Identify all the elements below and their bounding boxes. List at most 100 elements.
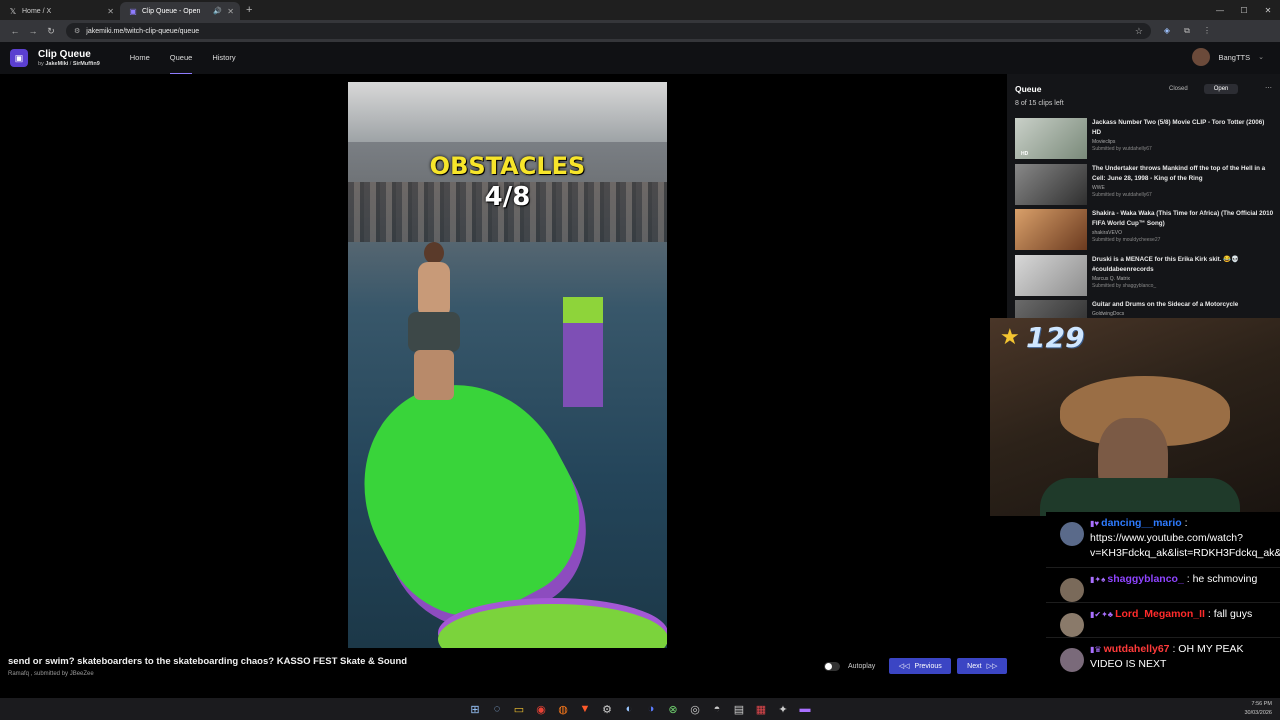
maximize-icon[interactable]: ☐: [1232, 6, 1256, 15]
main-nav: Home Queue History: [130, 42, 256, 74]
app-icon[interactable]: ◑: [640, 703, 662, 715]
badge-icon: ▮♛: [1090, 645, 1102, 654]
queue-list: HD Jackass Number Two (5/8) Movie CLIP -…: [1015, 118, 1277, 318]
autoplay-toggle[interactable]: [824, 661, 840, 671]
chat-message: ▮✦♠ shaggyblanco_ : he schmoving: [1046, 567, 1280, 602]
search-icon[interactable]: ◌: [486, 703, 508, 715]
app-icon[interactable]: ▤: [728, 703, 750, 716]
window-controls: — ☐ ✕: [1208, 0, 1280, 20]
queue-title: Queue: [1015, 84, 1042, 94]
video-obstacle: [563, 297, 603, 407]
chat-username[interactable]: shaggyblanco_: [1107, 573, 1183, 585]
player-controls: Autoplay ◁◁ Previous Next ▷▷: [824, 658, 1013, 674]
queue-panel: Queue 8 of 15 clips left Closed Open ⋯ H…: [1007, 74, 1280, 318]
queue-item[interactable]: Shakira - Waka Waka (This Time for Afric…: [1015, 209, 1277, 255]
queue-item[interactable]: Guitar and Drums on the Sidecar of a Mot…: [1015, 300, 1277, 318]
bookmark-star-icon[interactable]: ☆: [1135, 26, 1143, 37]
chat-text: fall guys: [1213, 608, 1253, 620]
puzzle-icon[interactable]: ⧉: [1177, 26, 1197, 36]
nav-history[interactable]: History: [212, 42, 235, 74]
clip-queue-logo-icon[interactable]: ▣: [10, 49, 28, 67]
next-button[interactable]: Next ▷▷: [957, 658, 1008, 674]
nav-queue[interactable]: Queue: [169, 42, 193, 74]
chat-username[interactable]: wutdahelly67: [1104, 643, 1170, 655]
tab-home-x[interactable]: 𝕏 Home / X ✕: [0, 2, 120, 20]
clip-title: send or swim? skateboarders to the skate…: [8, 656, 408, 667]
app-icon[interactable]: ◐: [618, 703, 640, 715]
badge-icon: ▮✔✦♣: [1090, 610, 1114, 619]
clip-info: send or swim? skateboarders to the skate…: [8, 656, 407, 677]
clip-thumbnail: [1015, 209, 1087, 250]
back-icon[interactable]: ←: [6, 26, 24, 36]
previous-button[interactable]: ◁◁ Previous: [889, 658, 952, 674]
user-menu[interactable]: BangTTS ⌄: [1192, 48, 1264, 66]
video-caption: OBSTACLES: [429, 152, 586, 180]
settings-icon[interactable]: ⚙: [596, 703, 618, 716]
avatar: [1192, 48, 1211, 66]
extension-icon[interactable]: ◈: [1157, 26, 1177, 36]
close-window-icon[interactable]: ✕: [1256, 6, 1280, 15]
webcam-overlay: ★ 129: [990, 318, 1280, 516]
app-icon[interactable]: ◓: [706, 703, 728, 715]
reload-icon[interactable]: ↻: [42, 26, 60, 37]
folder-icon[interactable]: ▭: [508, 703, 530, 716]
clip-queue-icon: ▣: [129, 6, 137, 16]
tab-clip-queue[interactable]: ▣ Clip Queue - Open 🔊 ✕: [120, 2, 240, 20]
menu-dots-icon[interactable]: ⋮: [1197, 26, 1217, 36]
queue-status-tabs: Closed Open: [1159, 84, 1244, 94]
chat-avatar: [1060, 522, 1084, 546]
xbox-icon[interactable]: ⊗: [662, 703, 684, 716]
tab-label: Home / X: [22, 7, 52, 15]
clip-meta: Ramafq , submitted by JBeeZee: [8, 671, 94, 677]
chat-avatar: [1060, 613, 1084, 637]
new-tab-button[interactable]: +: [246, 4, 252, 16]
forward-icon[interactable]: →: [24, 26, 42, 36]
close-tab-icon[interactable]: ✕: [107, 7, 114, 16]
queue-item[interactable]: HD Jackass Number Two (5/8) Movie CLIP -…: [1015, 118, 1277, 164]
app-header: ▣ Clip Queue by JakeMiki / SirMuffin9 Ho…: [0, 42, 1280, 74]
speaker-icon[interactable]: 🔊: [213, 7, 222, 15]
chat-username[interactable]: dancing__mario: [1101, 517, 1182, 529]
rewind-icon: ◁◁: [898, 663, 910, 670]
chat-panel: ▮♥ dancing__mario : https://www.youtube.c…: [1046, 512, 1280, 720]
app-icon[interactable]: ▦: [750, 703, 772, 716]
chat-text: https://www.youtube.com/watch?v=KH3Fdckq…: [1090, 532, 1280, 559]
close-tab-icon[interactable]: ✕: [227, 7, 234, 16]
app-icon[interactable]: ✦: [772, 703, 794, 716]
video-frame[interactable]: OBSTACLES 4/8: [348, 82, 667, 648]
browser-tab-bar: 𝕏 Home / X ✕ ▣ Clip Queue - Open 🔊 ✕ + —…: [0, 0, 1280, 20]
taskbar: ⊞ ◌ ▭ ◉ ◍ ▼ ⚙ ◐ ◑ ⊗ ◎ ◓ ▤ ▦ ✦ ▬ 7:56 PM …: [0, 698, 1280, 720]
chat-avatar: [1060, 648, 1084, 672]
windows-start-icon[interactable]: ⊞: [464, 703, 486, 716]
app-authors: by JakeMiki / SirMuffin9: [38, 61, 100, 67]
url-text: jakemiki.me/twitch-clip-queue/queue: [86, 27, 200, 35]
tab-closed[interactable]: Closed: [1159, 84, 1198, 94]
x-logo-icon: 𝕏: [9, 6, 17, 16]
site-info-icon[interactable]: ⚙: [74, 27, 80, 35]
author-link[interactable]: SirMuffin9: [73, 61, 100, 67]
steam-icon[interactable]: ◎: [684, 703, 706, 716]
firefox-icon[interactable]: ◍: [552, 703, 574, 716]
brave-icon[interactable]: ▼: [574, 703, 596, 715]
clock-date: 30/03/2026: [1244, 710, 1272, 716]
author-link[interactable]: JakeMiki: [45, 61, 68, 67]
chat-message: ▮♥ dancing__mario : https://www.youtube.c…: [1046, 512, 1280, 567]
brand: Clip Queue by JakeMiki / SirMuffin9: [38, 49, 100, 67]
app-icon[interactable]: ▬: [794, 703, 816, 715]
chrome-icon[interactable]: ◉: [530, 703, 552, 716]
queue-item[interactable]: The Undertaker throws Mankind off the to…: [1015, 163, 1277, 210]
fast-forward-icon: ▷▷: [986, 663, 998, 670]
queue-item[interactable]: Druski is a MENACE for this Erika Kirk s…: [1015, 254, 1277, 301]
chat-avatar: [1060, 578, 1084, 602]
system-tray[interactable]: 7:56 PM 30/03/2026: [1244, 700, 1272, 718]
username: BangTTS: [1218, 52, 1251, 62]
chat-username[interactable]: Lord_Megamon_II: [1115, 608, 1205, 620]
url-field[interactable]: ⚙ jakemiki.me/twitch-clip-queue/queue ☆: [66, 23, 1151, 39]
video-count: 4/8: [484, 182, 531, 212]
more-options-icon[interactable]: ⋯: [1265, 84, 1272, 92]
minimize-icon[interactable]: —: [1208, 6, 1232, 15]
badge-icon: ▮✦♠: [1090, 575, 1106, 584]
tab-open[interactable]: Open: [1203, 84, 1239, 94]
star-score: 129: [1026, 321, 1085, 354]
nav-home[interactable]: Home: [130, 42, 150, 74]
